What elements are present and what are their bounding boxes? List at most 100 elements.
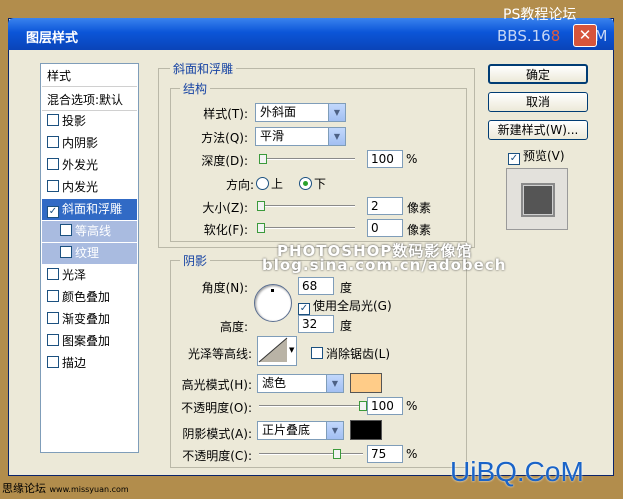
contour-curve-icon: [258, 337, 288, 363]
angle-dial-pointer-icon: [271, 289, 274, 292]
check-icon: ✓: [508, 153, 520, 165]
color-overlay-checkbox[interactable]: [47, 290, 59, 302]
dialog-title: 图层样式: [26, 31, 79, 46]
highlight-mode-label: 高光模式(H):: [181, 378, 252, 392]
shadow-color-swatch[interactable]: [350, 420, 382, 440]
angle-dial[interactable]: [254, 284, 292, 322]
contour-dropdown-icon[interactable]: ▼: [289, 346, 294, 354]
bevel-group-title: 斜面和浮雕: [170, 60, 237, 77]
style-item-contour[interactable]: 等高线: [42, 221, 137, 242]
chevron-down-icon: ▼: [326, 422, 343, 439]
shadow-opacity-input[interactable]: 75: [367, 445, 403, 463]
style-item-color-overlay[interactable]: 颜色叠加: [42, 287, 137, 308]
depth-label: 深度(D):: [201, 154, 248, 168]
size-slider[interactable]: [259, 205, 355, 207]
style-item-inner-shadow[interactable]: 内阴影: [42, 133, 137, 154]
direction-label: 方向:: [225, 178, 254, 192]
structure-title: 结构: [180, 80, 211, 97]
ok-button[interactable]: 确定: [488, 64, 588, 84]
global-light-checkbox[interactable]: ✓ 使用全局光(G): [298, 297, 392, 315]
style-item-outer-glow[interactable]: 外发光: [42, 155, 137, 176]
size-slider-thumb[interactable]: [257, 201, 265, 211]
size-input[interactable]: 2: [367, 197, 403, 215]
new-style-button[interactable]: 新建样式(W)...: [488, 120, 588, 140]
style-item-inner-glow[interactable]: 内发光: [42, 177, 137, 198]
highlight-mode-select[interactable]: 滤色 ▼: [257, 374, 344, 393]
style-preview-thumbnail: [506, 168, 568, 230]
blend-options-item[interactable]: 混合选项:默认: [42, 90, 137, 111]
angle-input[interactable]: 68: [298, 277, 334, 295]
technique-select[interactable]: 平滑 ▼: [255, 127, 346, 146]
style-label: 样式(T):: [203, 107, 248, 121]
preview-checkbox[interactable]: ✓ 预览(V): [508, 147, 565, 165]
bevel-style-select[interactable]: 外斜面 ▼: [255, 103, 346, 122]
highlight-opacity-label: 不透明度(O):: [181, 401, 252, 415]
altitude-label: 高度:: [219, 320, 248, 334]
style-item-stroke[interactable]: 描边: [42, 353, 137, 374]
style-item-gradient-overlay[interactable]: 渐变叠加: [42, 309, 137, 330]
style-item-drop-shadow[interactable]: 投影: [42, 111, 137, 132]
style-list: 样式 混合选项:默认 投影 内阴影 外发光 内发光 ✓ 斜面和浮雕 等高线 纹理 …: [40, 63, 139, 453]
chevron-down-icon: ▼: [328, 104, 345, 121]
highlight-opacity-thumb[interactable]: [359, 401, 367, 411]
inner-shadow-checkbox[interactable]: [47, 136, 59, 148]
chevron-down-icon: ▼: [328, 128, 345, 145]
shadow-mode-select[interactable]: 正片叠底 ▼: [257, 421, 344, 440]
style-list-header[interactable]: 样式: [42, 66, 137, 87]
antialias-box-icon: [311, 347, 323, 359]
preview-square: [523, 185, 553, 215]
cancel-button[interactable]: 取消: [488, 92, 588, 112]
watermark-bottom-right: UiBQ.CoM: [450, 456, 584, 487]
antialias-checkbox[interactable]: 消除锯齿(L): [311, 345, 390, 362]
size-unit: 像素: [407, 201, 432, 215]
radio-up-icon: [256, 177, 269, 190]
check-icon: ✓: [298, 303, 310, 315]
radio-down-icon: [299, 177, 312, 190]
watermark-top: PS教程论坛: [503, 7, 577, 23]
highlight-opacity-slider[interactable]: [259, 405, 363, 407]
depth-input[interactable]: 100: [367, 150, 403, 168]
angle-unit: 度: [340, 281, 353, 295]
gloss-contour-label: 光泽等高线:: [187, 347, 252, 361]
highlight-opacity-input[interactable]: 100: [367, 397, 403, 415]
shadow-opacity-thumb[interactable]: [333, 449, 341, 459]
gloss-contour-picker[interactable]: ▼: [257, 336, 297, 366]
angle-label: 角度(N):: [201, 281, 248, 295]
shadow-mode-label: 阴影模式(A):: [182, 427, 252, 441]
style-item-pattern-overlay[interactable]: 图案叠加: [42, 331, 137, 352]
watermark-bottom-left: 思缘论坛 www.missyuan.com: [2, 482, 129, 495]
style-item-texture[interactable]: 纹理: [42, 243, 137, 264]
size-label: 大小(Z):: [202, 201, 248, 215]
chevron-down-icon: ▼: [326, 375, 343, 392]
style-item-satin[interactable]: 光泽: [42, 265, 137, 286]
inner-glow-checkbox[interactable]: [47, 180, 59, 192]
contour-checkbox[interactable]: [60, 224, 72, 236]
depth-slider[interactable]: [259, 158, 355, 160]
soften-slider[interactable]: [259, 227, 355, 229]
satin-checkbox[interactable]: [47, 268, 59, 280]
altitude-input[interactable]: 32: [298, 315, 334, 333]
shadow-opacity-unit: %: [406, 447, 418, 461]
outer-glow-checkbox[interactable]: [47, 158, 59, 170]
direction-down-radio[interactable]: 下: [299, 175, 326, 192]
shading-title: 阴影: [180, 252, 211, 269]
stroke-checkbox[interactable]: [47, 356, 59, 368]
bevel-emboss-checkbox[interactable]: ✓: [47, 206, 59, 218]
shadow-opacity-slider[interactable]: [259, 453, 363, 455]
direction-up-radio[interactable]: 上: [256, 175, 283, 192]
method-label: 方法(Q):: [201, 131, 248, 145]
depth-slider-thumb[interactable]: [258, 154, 267, 164]
pattern-overlay-checkbox[interactable]: [47, 334, 59, 346]
gradient-overlay-checkbox[interactable]: [47, 312, 59, 324]
shadow-opacity-label: 不透明度(C):: [182, 449, 252, 463]
drop-shadow-checkbox[interactable]: [47, 114, 59, 126]
soften-slider-thumb[interactable]: [257, 223, 265, 233]
highlight-color-swatch[interactable]: [350, 373, 382, 393]
watermark-overlay-2: blog.sina.com.cn/adobech: [262, 256, 507, 274]
style-item-bevel-emboss[interactable]: ✓ 斜面和浮雕: [42, 199, 137, 220]
soften-input[interactable]: 0: [367, 219, 403, 237]
soften-unit: 像素: [407, 223, 432, 237]
depth-unit: %: [406, 152, 418, 166]
close-button[interactable]: ✕: [573, 24, 597, 47]
texture-checkbox[interactable]: [60, 246, 72, 258]
